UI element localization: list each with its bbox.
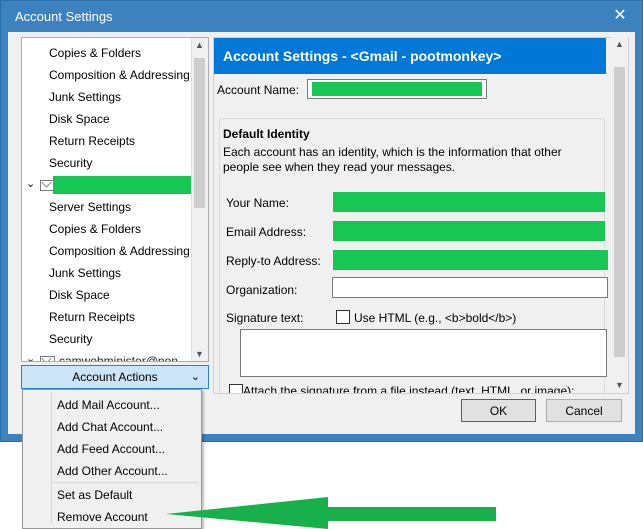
pointer-arrow-annotation [166,497,496,529]
arrow-shape [166,497,496,529]
